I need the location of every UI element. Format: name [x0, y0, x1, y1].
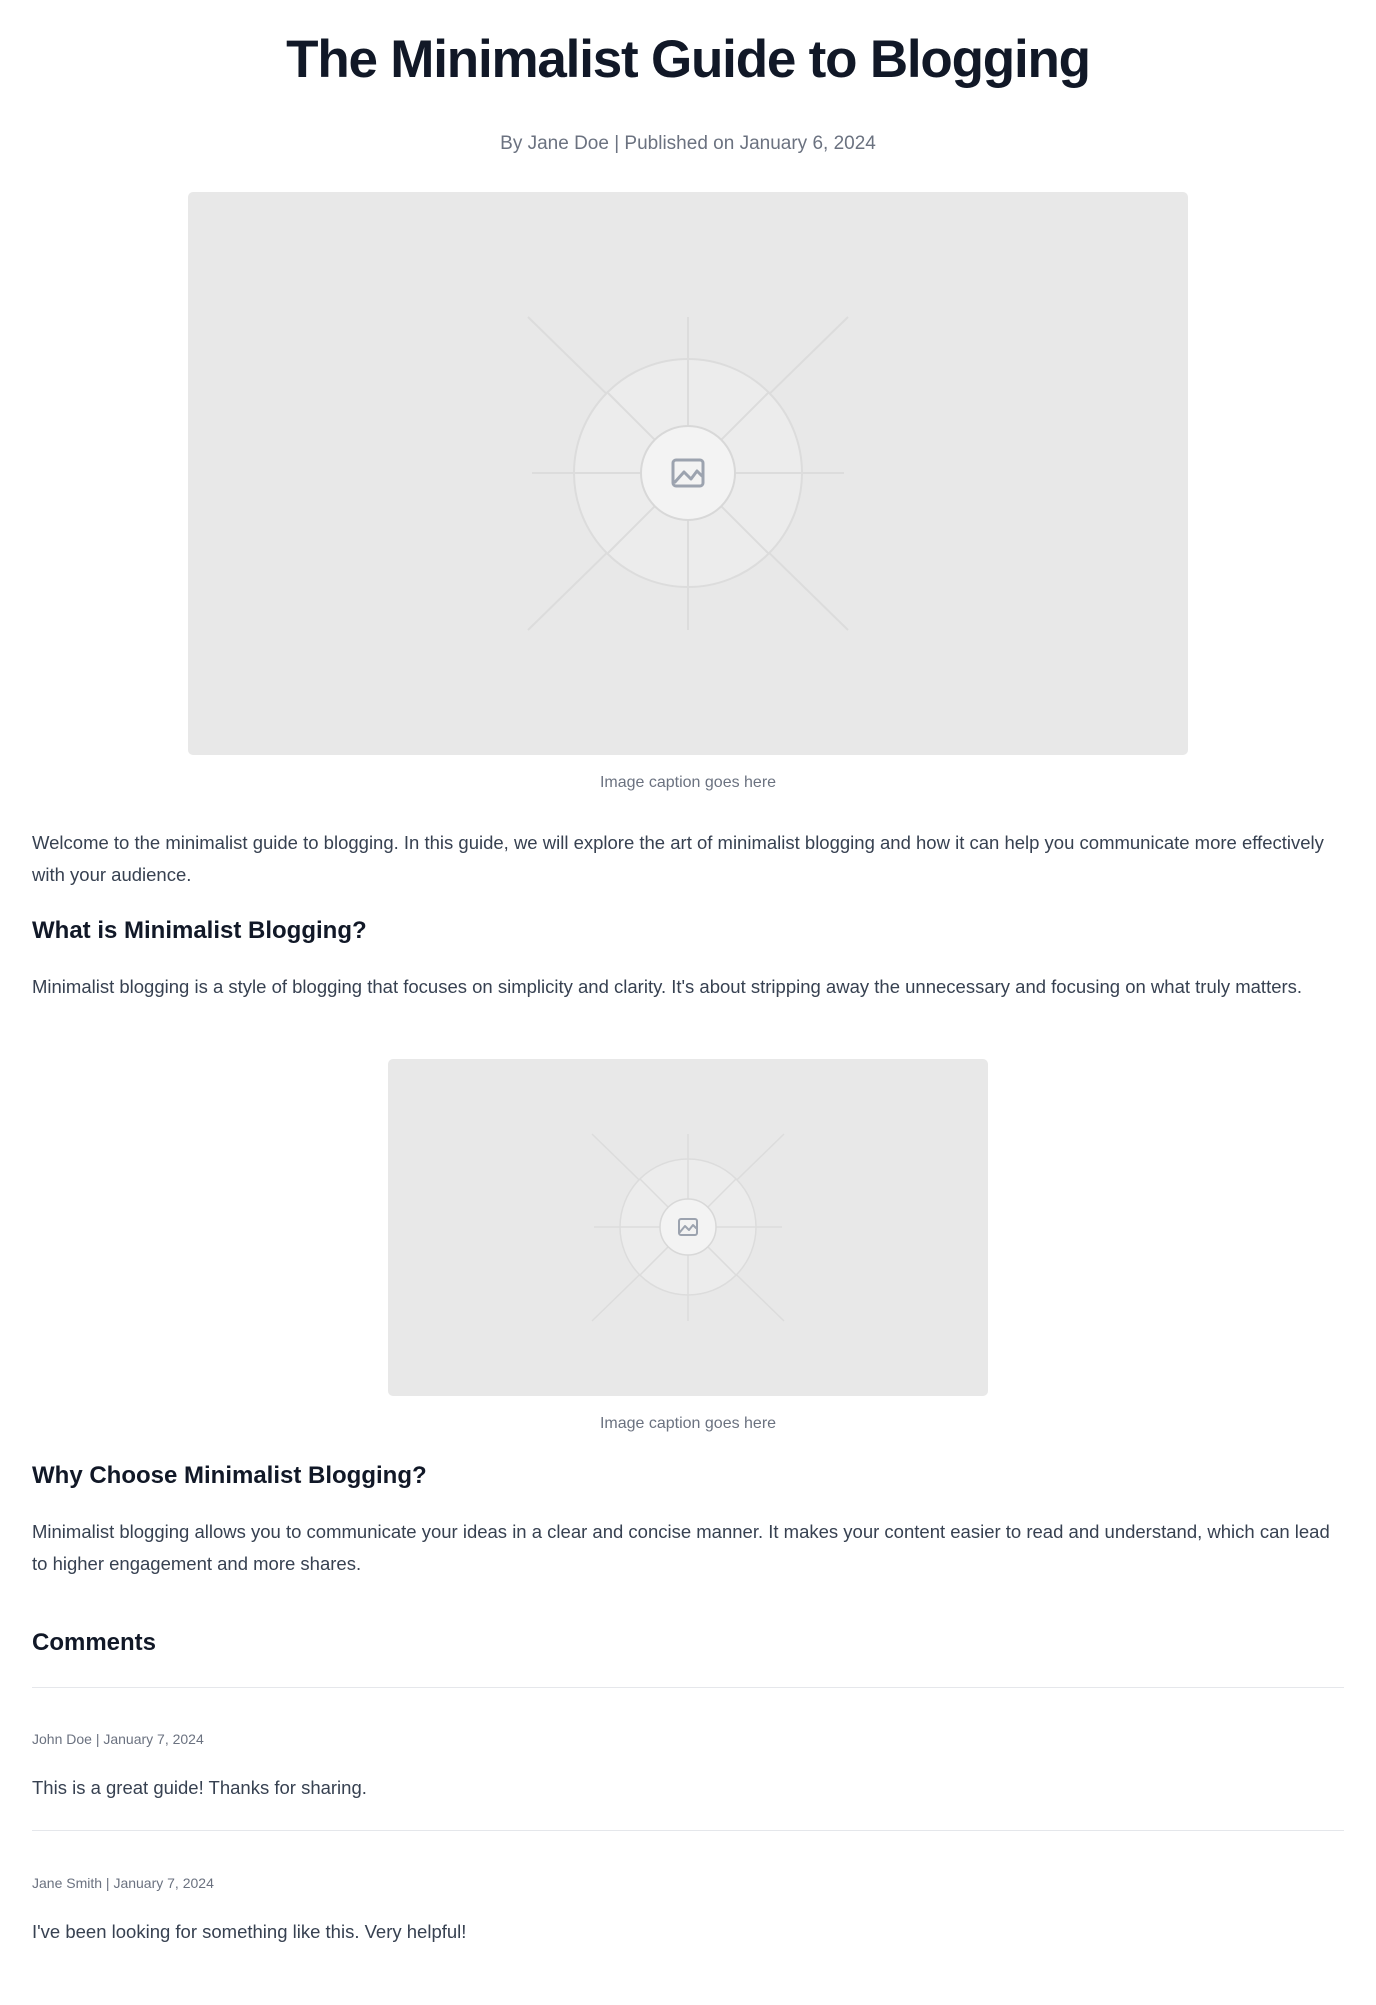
blog-article: The Minimalist Guide to Blogging By Jane… — [0, 0, 1376, 2005]
section-paragraph: Minimalist blogging allows you to commun… — [32, 1521, 1330, 1574]
comments-heading: Comments — [32, 1629, 157, 1656]
image-icon — [591, 1133, 785, 1322]
figure-caption: Image caption goes here — [599, 1415, 777, 1432]
comment-text: This is a great guide! Thanks for sharin… — [32, 1777, 367, 1798]
comment-text: I've been looking for something like thi… — [32, 1921, 467, 1942]
inline-image-placeholder — [388, 1059, 988, 1396]
divider — [32, 1687, 1344, 1688]
divider — [32, 1830, 1344, 1831]
inline-figure: Image caption goes here — [0, 0, 1376, 1440]
comment-meta: John Doe | January 7, 2024 — [32, 1731, 204, 1747]
section-heading: Why Choose Minimalist Blogging? — [32, 1462, 427, 1489]
comment-meta: Jane Smith | January 7, 2024 — [32, 1875, 214, 1891]
